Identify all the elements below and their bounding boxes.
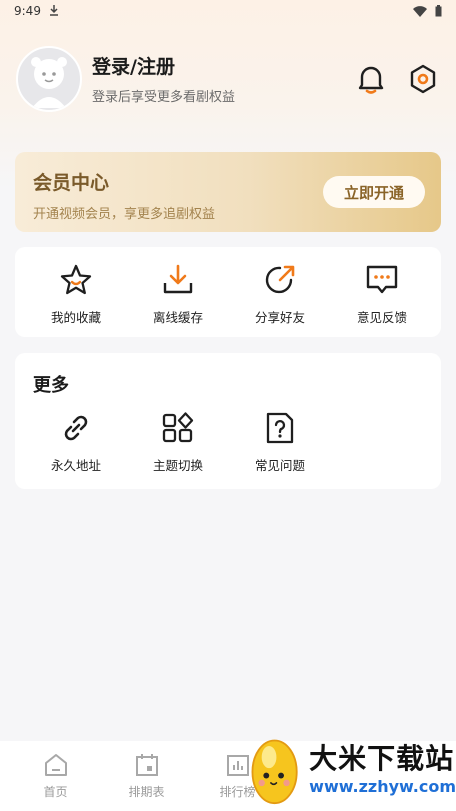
status-bar: 9:49 — [0, 0, 456, 22]
theme-switch-label: 主题切换 — [152, 458, 203, 473]
tab-schedule-label: 排期表 — [128, 785, 165, 799]
faq-label: 常见问题 — [254, 458, 305, 473]
tab-home[interactable]: 首页 — [10, 741, 101, 811]
permanent-address-item[interactable]: 永久地址 — [25, 411, 127, 474]
faq-icon — [263, 411, 297, 445]
site-watermark: 大米下载站 www.zzhyw.com — [246, 728, 456, 811]
avatar[interactable] — [16, 46, 82, 112]
feedback-item[interactable]: 意见反馈 — [331, 263, 433, 326]
share-friends-item[interactable]: 分享好友 — [229, 263, 331, 326]
status-time: 9:49 — [14, 4, 41, 18]
battery-icon — [435, 5, 442, 17]
bell-icon — [358, 66, 384, 94]
open-vip-button[interactable]: 立即开通 — [323, 176, 425, 208]
calendar-icon — [135, 754, 158, 776]
theme-icon — [161, 411, 195, 445]
share-icon — [263, 263, 297, 297]
gear-icon — [410, 64, 436, 94]
more-section-title: 更多 — [33, 375, 69, 396]
wifi-icon — [413, 5, 427, 17]
more-card: 更多 永久地址 主题切换 常见问题 — [15, 353, 441, 489]
download-icon — [161, 263, 195, 297]
home-icon — [44, 754, 67, 776]
rice-mascot-logo — [251, 739, 298, 804]
faq-item[interactable]: 常见问题 — [229, 411, 331, 474]
feedback-label: 意见反馈 — [356, 310, 407, 325]
tab-schedule[interactable]: 排期表 — [101, 741, 192, 811]
features-card: 我的收藏 离线缓存 分享好友 意见反馈 — [15, 247, 441, 337]
default-avatar-icon — [31, 57, 67, 108]
login-register-link[interactable]: 登录/注册 — [92, 54, 356, 80]
vip-center-card[interactable]: 会员中心 开通视频会员，享更多追剧权益 立即开通 — [15, 152, 441, 232]
offline-cache-item[interactable]: 离线缓存 — [127, 263, 229, 326]
theme-switch-item[interactable]: 主题切换 — [127, 411, 229, 474]
notification-button[interactable] — [356, 64, 386, 94]
favorites-label: 我的收藏 — [50, 310, 101, 325]
tab-home-label: 首页 — [43, 785, 68, 799]
download-status-icon — [49, 4, 59, 19]
login-benefit-text: 登录后享受更多看剧权益 — [92, 89, 236, 105]
star-icon — [59, 263, 93, 297]
settings-button[interactable] — [408, 64, 438, 94]
feedback-icon — [365, 263, 399, 297]
offline-cache-label: 离线缓存 — [152, 310, 203, 325]
watermark-title: 大米下载站 — [309, 742, 455, 775]
share-friends-label: 分享好友 — [254, 310, 305, 325]
watermark-url: www.zzhyw.com — [309, 777, 456, 796]
permanent-address-label: 永久地址 — [50, 458, 101, 473]
favorites-item[interactable]: 我的收藏 — [25, 263, 127, 326]
profile-section[interactable]: 登录/注册 登录后享受更多看剧权益 — [16, 45, 440, 113]
link-icon — [59, 411, 93, 445]
